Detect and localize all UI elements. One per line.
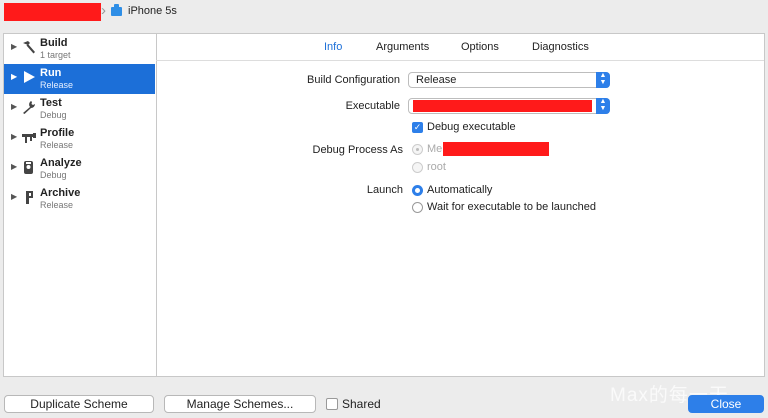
duplicate-scheme-button[interactable]: Duplicate Scheme	[4, 395, 154, 413]
sidebar-item-title: Run	[40, 67, 62, 79]
tab-info[interactable]: Info	[324, 41, 342, 53]
sidebar-item-subtitle: Release	[40, 140, 74, 150]
executable-value-redacted	[413, 100, 592, 112]
popup-stepper-icon: ▲ ▼	[596, 98, 610, 114]
build-configuration-value: Release	[416, 74, 457, 86]
scheme-name-redacted[interactable]	[4, 3, 101, 21]
executable-label: Executable	[345, 100, 400, 112]
executable-popup[interactable]: ▲ ▼	[408, 98, 610, 114]
tab-diagnostics[interactable]: Diagnostics	[532, 41, 589, 53]
build-configuration-label: Build Configuration	[307, 74, 400, 86]
close-button[interactable]: Close	[688, 395, 764, 413]
launch-automatically-label: Automatically	[427, 184, 493, 196]
launch-automatically-radio[interactable]	[412, 185, 423, 196]
sidebar-item-subtitle: Debug	[40, 110, 67, 120]
debug-process-me-label: Me	[427, 143, 443, 155]
build-configuration-popup[interactable]: Release ▲ ▼	[408, 72, 610, 88]
scheme-action-sidebar: ▶ Build 1 target ▶ Run Release ▶ Test De…	[4, 34, 157, 376]
debug-process-root-label: root	[427, 161, 446, 173]
disclosure-triangle-icon[interactable]: ▶	[11, 42, 17, 51]
sidebar-item-test[interactable]: ▶ Test Debug	[4, 94, 155, 124]
disclosure-triangle-icon[interactable]: ▶	[11, 192, 17, 201]
sidebar-item-run[interactable]: ▶ Run Release	[4, 64, 155, 94]
disclosure-triangle-icon[interactable]: ▶	[11, 102, 17, 111]
debug-executable-checkbox[interactable]: ✓	[412, 122, 423, 133]
scheme-editor-panel: ▶ Build 1 target ▶ Run Release ▶ Test De…	[3, 33, 765, 377]
play-icon	[21, 69, 37, 85]
sidebar-item-title: Test	[40, 97, 62, 109]
launch-label: Launch	[366, 184, 403, 196]
sidebar-item-subtitle: Debug	[40, 170, 67, 180]
sidebar-item-title: Analyze	[40, 157, 82, 169]
tab-bar: Info Arguments Options Diagnostics	[156, 34, 764, 61]
debug-executable-label: Debug executable	[427, 121, 516, 133]
popup-stepper-icon: ▲ ▼	[596, 72, 610, 88]
wrench-icon	[21, 99, 37, 115]
sidebar-item-profile[interactable]: ▶ Profile Release	[4, 124, 155, 154]
shared-label: Shared	[342, 397, 381, 411]
tab-arguments[interactable]: Arguments	[376, 41, 429, 53]
debug-process-root-radio[interactable]	[412, 162, 423, 173]
sidebar-item-title: Build	[40, 37, 68, 49]
sidebar-item-subtitle: Release	[40, 200, 74, 210]
disclosure-triangle-icon[interactable]: ▶	[11, 72, 17, 81]
device-icon	[111, 4, 122, 16]
launch-wait-label: Wait for executable to be launched	[427, 201, 596, 213]
username-redacted	[443, 142, 549, 156]
analyze-icon	[21, 159, 37, 175]
sidebar-item-build[interactable]: ▶ Build 1 target	[4, 34, 155, 64]
manage-schemes-button[interactable]: Manage Schemes...	[164, 395, 316, 413]
hammer-icon	[21, 39, 37, 55]
disclosure-triangle-icon[interactable]: ▶	[11, 162, 17, 171]
sidebar-item-subtitle: Release	[40, 80, 74, 90]
shared-checkbox[interactable]	[326, 398, 338, 410]
launch-wait-radio[interactable]	[412, 202, 423, 213]
debug-process-me-radio[interactable]	[412, 144, 423, 155]
scheme-toolbar: › iPhone 5s	[0, 0, 768, 24]
sidebar-item-title: Archive	[40, 187, 81, 199]
sidebar-item-archive[interactable]: ▶ Archive Release	[4, 184, 155, 214]
debug-process-label: Debug Process As	[312, 144, 404, 156]
tab-options[interactable]: Options	[461, 41, 499, 53]
device-label[interactable]: iPhone 5s	[128, 5, 177, 17]
sidebar-item-analyze[interactable]: ▶ Analyze Debug	[4, 154, 155, 184]
sidebar-item-subtitle: 1 target	[40, 50, 71, 60]
archive-icon	[21, 189, 37, 205]
gauge-icon	[21, 129, 37, 145]
scheme-detail-content: Info Arguments Options Diagnostics Build…	[156, 34, 764, 376]
breadcrumb-chevron-icon: ›	[101, 2, 106, 19]
sidebar-item-title: Profile	[40, 127, 75, 139]
disclosure-triangle-icon[interactable]: ▶	[11, 132, 17, 141]
